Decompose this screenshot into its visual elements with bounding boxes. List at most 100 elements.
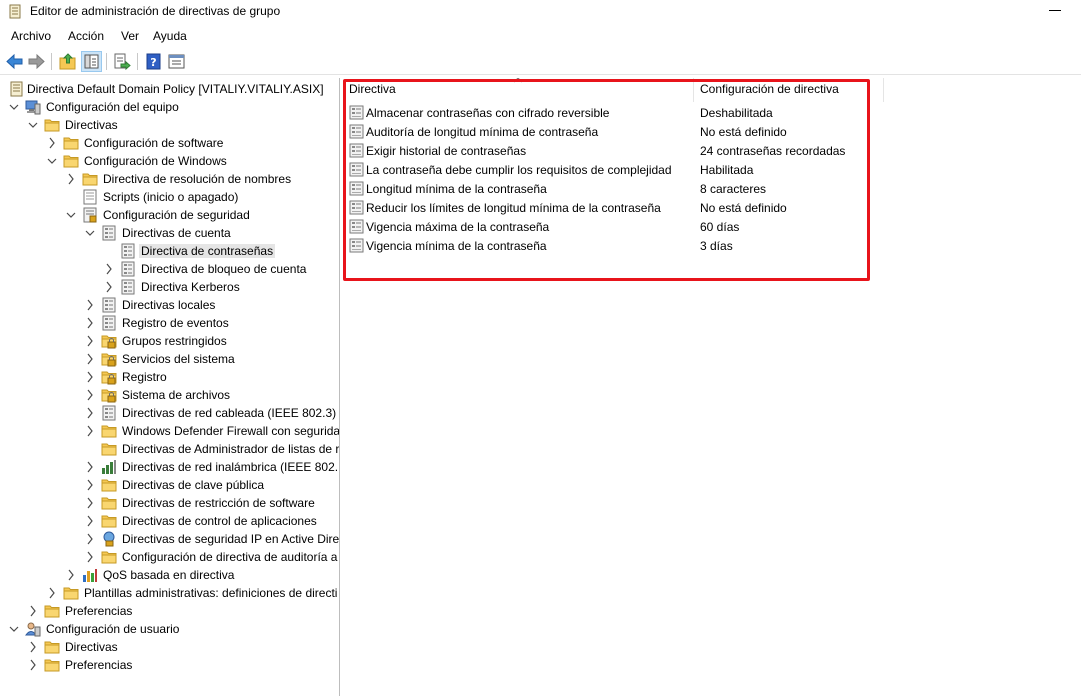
tree-node[interactable]: Directivas de red inalámbrica (IEEE 802.… [0,458,339,476]
tree-node[interactable]: Preferencias [0,656,339,674]
forward-icon[interactable] [27,52,46,71]
tree-node[interactable]: Directivas de cuenta [0,224,339,242]
menu-archivo[interactable]: Archivo [11,29,51,43]
chevron-down-icon[interactable] [28,119,38,131]
tree-node-selected[interactable]: Directiva de contraseñas [0,242,339,260]
policy-value: 60 días [700,220,740,234]
column-header-directiva[interactable]: Directiva [349,82,396,104]
tree-node-label: Directivas de seguridad IP en Active Dir… [122,532,340,546]
chevron-right-icon[interactable] [28,605,38,617]
tree-node[interactable]: Registro de eventos [0,314,339,332]
menu-bar: Archivo Acción Ver Ayuda [0,27,1081,46]
chevron-right-icon[interactable] [85,479,95,491]
tree-node-label: Configuración de seguridad [103,208,250,222]
up-folder-icon[interactable] [58,52,77,71]
chevron-down-icon[interactable] [9,623,19,635]
tree-node[interactable]: Servicios del sistema [0,350,339,368]
tree-node[interactable]: Directivas de control de aplicaciones [0,512,339,530]
title-bar: Editor de administración de directivas d… [0,0,1081,24]
tree-node[interactable]: Scripts (inicio o apagado) [0,188,339,206]
ip-security-icon [103,531,115,547]
chevron-right-icon[interactable] [85,533,95,545]
chevron-down-icon[interactable] [66,209,76,221]
tree-node[interactable]: Preferencias [0,602,339,620]
policy-row[interactable]: Longitud mínima de la contraseña 8 caract… [349,180,889,199]
policy-row[interactable]: La contraseña debe cumplir los requisito… [349,161,889,180]
tree-node[interactable]: Directivas de Administrador de listas de… [0,440,339,458]
tree-node[interactable]: Directivas de seguridad IP en Active Dir… [0,530,339,548]
tree-node[interactable]: Directivas [0,116,339,134]
chevron-right-icon[interactable] [85,425,95,437]
tree-node[interactable]: Directivas de restricción de software [0,494,339,512]
policy-row[interactable]: Vigencia máxima de la contraseña 60 días [349,218,889,237]
tree-node[interactable]: Directivas locales [0,296,339,314]
tree-node[interactable]: Configuración de Windows [0,152,339,170]
chevron-right-icon[interactable] [85,317,95,329]
tree-node[interactable]: Windows Defender Firewall con segurida [0,422,339,440]
security-settings-icon [83,207,97,223]
tree-node[interactable]: QoS basada en directiva [0,566,339,584]
show-hide-tree-icon[interactable] [81,51,102,72]
tree-node[interactable]: Configuración de usuario [0,620,339,638]
chevron-right-icon[interactable] [66,569,76,581]
menu-ayuda[interactable]: Ayuda [153,29,187,43]
chevron-right-icon[interactable] [85,299,95,311]
chevron-right-icon[interactable] [85,353,95,365]
tree-node[interactable]: Directiva de resolución de nombres [0,170,339,188]
chevron-right-icon[interactable] [85,497,95,509]
column-header-configuracion[interactable]: Configuración de directiva [700,82,839,104]
chevron-right-icon[interactable] [104,263,114,275]
tree-node[interactable]: Configuración de seguridad [0,206,339,224]
column-separator[interactable] [883,78,884,102]
tree-node[interactable]: Directivas de red cableada (IEEE 802.3) [0,404,339,422]
chevron-right-icon[interactable] [85,371,95,383]
column-separator[interactable] [693,78,694,102]
tree-node[interactable]: Directivas de clave pública [0,476,339,494]
properties-icon[interactable] [167,52,186,71]
chevron-right-icon[interactable] [85,461,95,473]
minimize-button[interactable] [1049,10,1061,11]
chevron-right-icon[interactable] [28,659,38,671]
tree-node[interactable]: Directivas [0,638,339,656]
tree-node[interactable]: Grupos restringidos [0,332,339,350]
chevron-right-icon[interactable] [47,587,57,599]
help-icon[interactable]: ? [144,52,163,71]
chevron-right-icon[interactable] [66,173,76,185]
tree-node[interactable]: Configuración de directiva de auditoría … [0,548,339,566]
chevron-down-icon[interactable] [85,227,95,239]
tree-node-label: Scripts (inicio o apagado) [103,190,239,204]
tree-node[interactable]: Directiva Default Domain Policy [VITALIY… [0,80,339,98]
chevron-down-icon[interactable] [47,155,57,167]
tree-node[interactable]: Configuración del equipo [0,98,339,116]
policy-value: No está definido [700,125,787,139]
policy-row[interactable]: Exigir historial de contraseñas 24 contra… [349,142,889,161]
chevron-down-icon[interactable] [9,101,19,113]
user-icon [25,622,41,637]
chevron-right-icon[interactable] [28,641,38,653]
locked-folder-icon [101,389,117,403]
menu-ver[interactable]: Ver [121,29,139,43]
chevron-right-icon[interactable] [85,407,95,419]
chevron-right-icon[interactable] [47,137,57,149]
chevron-right-icon[interactable] [85,335,95,347]
folder-icon [101,443,117,456]
chevron-right-icon[interactable] [85,515,95,527]
chevron-right-icon[interactable] [85,551,95,563]
back-icon[interactable] [5,52,24,71]
tree-node[interactable]: Configuración de software [0,134,339,152]
tree-node[interactable]: Directiva Kerberos [0,278,339,296]
folder-icon [63,155,79,168]
policy-row[interactable]: Vigencia mínima de la contraseña 3 días [349,237,889,256]
chevron-right-icon[interactable] [85,389,95,401]
tree-node[interactable]: Directiva de bloqueo de cuenta [0,260,339,278]
policy-row[interactable]: Reducir los límites de longitud mínima d… [349,199,889,218]
export-list-icon[interactable] [112,52,131,71]
chevron-right-icon[interactable] [104,281,114,293]
tree-node[interactable]: Plantillas administrativas: definiciones… [0,584,339,602]
tree-node[interactable]: Registro [0,368,339,386]
policy-row[interactable]: Auditoría de longitud mínima de contrase… [349,123,889,142]
tree-node[interactable]: Sistema de archivos [0,386,339,404]
menu-accion[interactable]: Acción [68,29,104,43]
policy-row[interactable]: Almacenar contraseñas con cifrado revers… [349,104,889,123]
tree-node-label: Servicios del sistema [122,352,235,366]
